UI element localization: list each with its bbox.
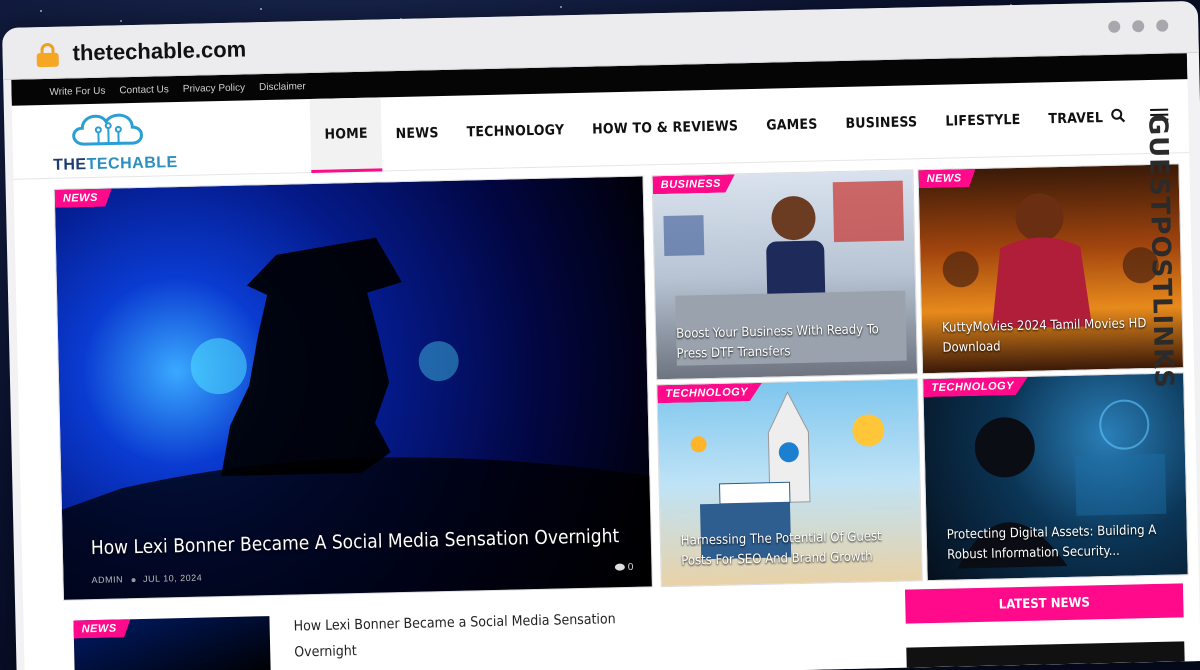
- logo-text: THETECHABLE: [52, 154, 178, 174]
- watermark-text: GUESTPOSTLINKS: [1142, 113, 1179, 390]
- featured-tag[interactable]: NEWS: [55, 189, 112, 208]
- post-thumbnail[interactable]: NEWS: [73, 616, 271, 670]
- tile-title[interactable]: KuttyMovies 2024 Tamil Movies HD Downloa…: [942, 314, 1163, 359]
- cloud-circuit-icon: [72, 113, 143, 146]
- window-dot-icon[interactable]: [1108, 20, 1121, 33]
- nav-games[interactable]: GAMES: [751, 87, 832, 163]
- topbar-link-write-for-us[interactable]: Write For Us: [49, 85, 105, 97]
- window-dot-icon[interactable]: [1132, 20, 1145, 33]
- thumbnail-tag[interactable]: NEWS: [73, 619, 130, 638]
- featured-author[interactable]: ADMIN: [91, 574, 123, 585]
- topbar-link-privacy-policy[interactable]: Privacy Policy: [183, 82, 245, 94]
- nav-business[interactable]: BUSINESS: [831, 85, 932, 161]
- comments-count[interactable]: 0: [614, 562, 634, 573]
- tile-title[interactable]: Protecting Digital Assets: Building A Ro…: [947, 521, 1168, 566]
- window-dot-icon[interactable]: [1156, 19, 1169, 32]
- tile-tag[interactable]: TECHNOLOGY: [923, 377, 1028, 397]
- post-tile-business[interactable]: BUSINESS Boost Your Business With Ready …: [651, 169, 919, 381]
- web-page: Write For Us Contact Us Privacy Policy D…: [11, 53, 1200, 670]
- lock-icon: [36, 42, 59, 68]
- browser-window: thetechable.com Write For Us Contact Us …: [2, 0, 1200, 670]
- tile-title[interactable]: Harnessing The Potential Of Guest Posts …: [681, 527, 902, 572]
- featured-date: JUL 10, 2024: [142, 572, 203, 584]
- nav-news[interactable]: NEWS: [381, 96, 454, 172]
- post-list-title[interactable]: How Lexi Bonner Became a Social Media Se…: [293, 606, 634, 666]
- nav-home[interactable]: HOME: [309, 97, 383, 174]
- site-logo[interactable]: THETECHABLE: [52, 106, 178, 175]
- url-text[interactable]: thetechable.com: [72, 36, 246, 66]
- topbar-link-disclaimer[interactable]: Disclaimer: [259, 81, 306, 93]
- nav-technology[interactable]: TECHNOLOGY: [452, 93, 579, 170]
- nav-how-to-reviews[interactable]: HOW TO & REVIEWS: [577, 89, 753, 167]
- post-tile-technology-seo[interactable]: TECHNOLOGY Harnessing The Potential Of G…: [656, 378, 923, 588]
- window-controls: [1108, 19, 1169, 33]
- latest-news-heading: LATEST NEWS: [904, 583, 1184, 624]
- featured-post-tile[interactable]: NEWS How Lexi Bonner Became A Social Med…: [53, 175, 653, 601]
- tile-tag[interactable]: BUSINESS: [653, 174, 736, 194]
- latest-news-bar: [906, 641, 1185, 668]
- topbar-link-contact-us[interactable]: Contact Us: [119, 84, 169, 96]
- nav-travel[interactable]: TRAVEL: [1034, 81, 1118, 157]
- comment-bubble-icon: [614, 563, 625, 571]
- tile-tag[interactable]: TECHNOLOGY: [657, 383, 762, 403]
- nav-lifestyle[interactable]: LIFESTYLE: [931, 83, 1036, 159]
- search-icon[interactable]: [1110, 108, 1126, 124]
- guestpostlinks-watermark: GUESTPOSTLINKS: [1138, 113, 1185, 414]
- tile-title[interactable]: Boost Your Business With Ready To Press …: [676, 320, 897, 365]
- tile-tag[interactable]: NEWS: [918, 169, 975, 188]
